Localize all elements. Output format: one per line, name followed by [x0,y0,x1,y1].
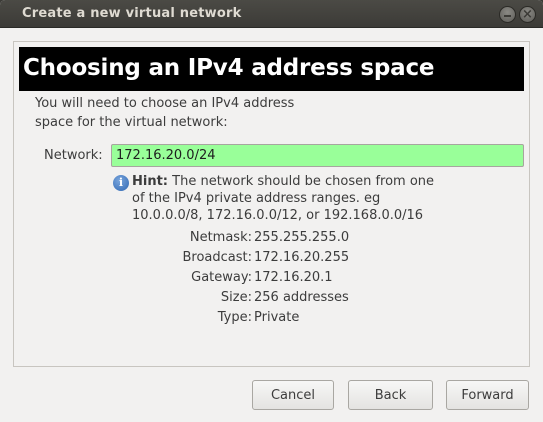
detail-label: Size: [220,290,252,305]
hint-text: Hint: The network should be chosen from … [132,173,452,190]
detail-label: Netmask: [189,230,252,245]
detail-value: 255.255.255.0 [254,230,350,245]
page-heading: Choosing an IPv4 address space [19,47,524,91]
minimize-icon[interactable] [499,6,516,23]
hint-line-3: 10.0.0.0/8, 172.16.0.0/12, or 192.168.0.… [132,208,424,223]
title-bar[interactable]: Create a new virtual network [0,0,543,28]
close-icon[interactable] [519,6,536,23]
detail-value: 172.16.20.1 [254,270,333,285]
wizard-page: Choosing an IPv4 address space You will … [13,41,530,367]
network-label: Network: [44,148,103,163]
info-icon: i [113,175,129,191]
detail-value: 172.16.20.255 [254,250,350,265]
hint-line-2: of the IPv4 private address ranges. eg [132,191,381,206]
network-input[interactable] [111,144,524,167]
hint-title: Hint: [132,174,169,189]
forward-button[interactable]: Forward [446,380,529,410]
detail-value: 256 addresses [254,290,349,305]
dialog-window: Create a new virtual network Choosing an… [0,0,543,422]
detail-label: Gateway: [191,270,252,285]
cancel-button[interactable]: Cancel [252,380,334,410]
back-button[interactable]: Back [348,380,433,410]
detail-value: Private [254,310,300,325]
detail-label: Broadcast: [182,250,252,265]
hint-line-1: The network should be chosen from one [172,174,435,189]
hint-continued: of the IPv4 private address ranges. eg 1… [132,190,452,224]
intro-line-2: space for the virtual network: [35,115,228,130]
intro-text: You will need to choose an IPv4 address … [35,94,335,132]
intro-line-1: You will need to choose an IPv4 address [35,96,295,111]
detail-label: Type: [217,310,252,325]
window-title: Create a new virtual network [22,6,242,21]
